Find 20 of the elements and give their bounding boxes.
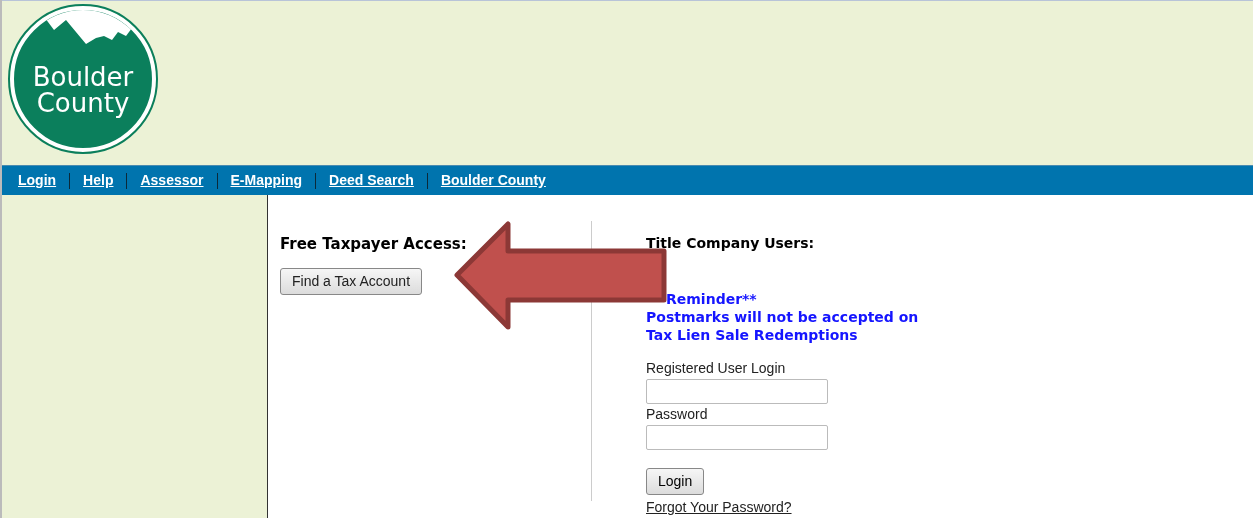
logo-text: Boulder (32, 64, 134, 90)
reminder-text: Postmarks will not be accepted on (646, 308, 919, 326)
logo-text: County (36, 90, 130, 116)
reminder-text: Reminder** (665, 290, 758, 308)
section-heading: Title Company Users: (646, 234, 816, 253)
nav-link[interactable]: E-Mapping (230, 170, 303, 191)
find-account-button[interactable]: Find a Tax Account (280, 267, 423, 295)
field-label: Password (646, 405, 709, 424)
section-heading: Free Taxpayer Access: (280, 234, 468, 255)
forgot-password-link[interactable]: Forgot Your Password? (646, 499, 792, 515)
nav-link[interactable]: Assessor (140, 170, 204, 191)
login-button[interactable]: Login (646, 468, 705, 495)
input-field[interactable] (646, 379, 828, 404)
nav-link[interactable]: Boulder County (440, 170, 546, 191)
reminder-text: Tax Lien Sale Redemptions (646, 326, 859, 344)
field-label: Registered User Login (646, 359, 787, 378)
input-field[interactable] (646, 425, 828, 450)
nav-link[interactable]: Help (83, 170, 114, 191)
nav-link[interactable]: Login (18, 170, 57, 191)
nav-link[interactable]: Deed Search (329, 170, 414, 191)
